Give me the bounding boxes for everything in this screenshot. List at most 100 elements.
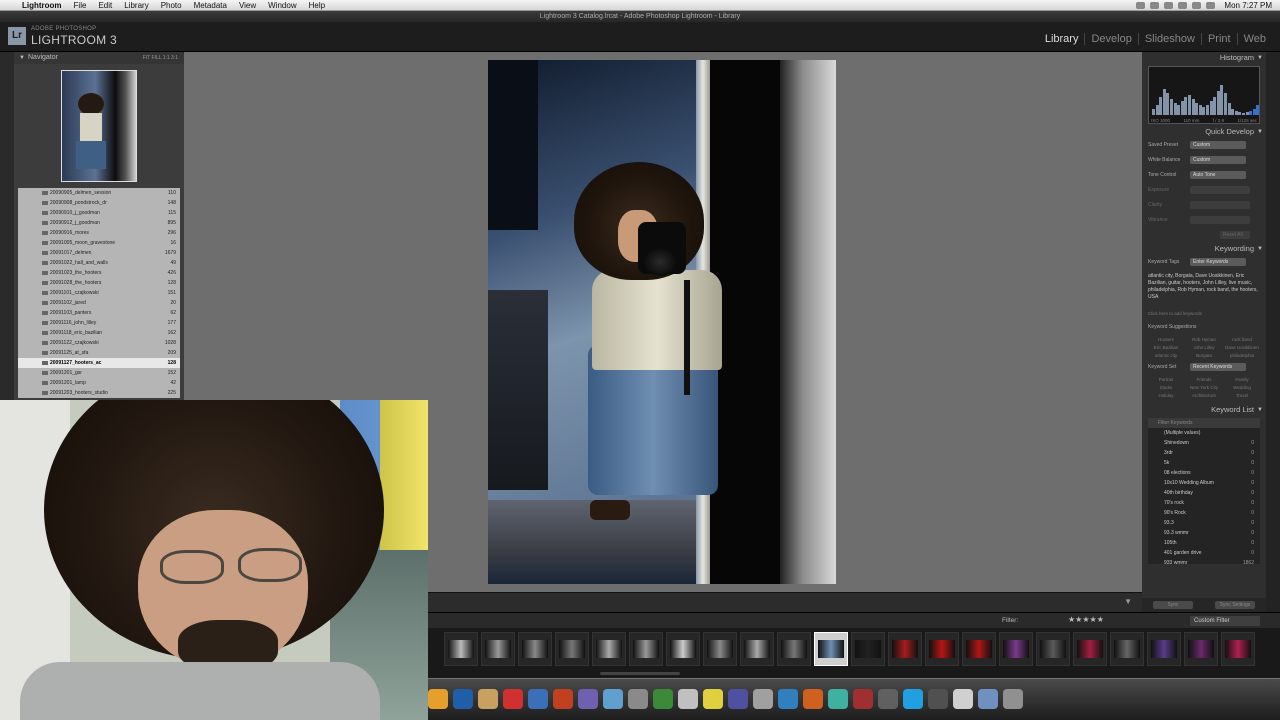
dropbox-icon[interactable]	[853, 689, 873, 709]
filmstrip-thumbnail[interactable]	[851, 632, 885, 666]
menu-app[interactable]: Lightroom	[16, 0, 68, 11]
filmstrip-thumbnail[interactable]	[518, 632, 552, 666]
sync-button[interactable]: Sync	[1153, 601, 1193, 609]
menu-metadata[interactable]: Metadata	[188, 0, 233, 11]
filmstrip-thumbnail[interactable]	[1147, 632, 1181, 666]
photoshop-icon[interactable]	[453, 689, 473, 709]
preview-icon[interactable]	[703, 689, 723, 709]
folder-row[interactable]: 20091017_delmen 1679	[18, 248, 180, 258]
vibrance-buttons[interactable]	[1190, 216, 1250, 224]
finder-icon[interactable]	[653, 689, 673, 709]
menu-library[interactable]: Library	[118, 0, 154, 11]
folder-row[interactable]: 20091101_czajkowski 151	[18, 288, 180, 298]
keyword-list-item[interactable]: 3rdr 0	[1148, 448, 1260, 458]
module-develop[interactable]: Develop	[1084, 33, 1137, 45]
wifi-icon[interactable]	[1178, 1, 1188, 9]
filezilla-icon[interactable]	[803, 689, 823, 709]
menu-help[interactable]: Help	[303, 0, 331, 11]
keyword-list-item[interactable]: 401 garden drive 0	[1148, 548, 1260, 558]
firefox-icon[interactable]	[778, 689, 798, 709]
folder-row[interactable]: 20091028_the_hooters 128	[18, 278, 180, 288]
keyword-set-item[interactable]: Studio	[1148, 385, 1184, 390]
keyword-list-header[interactable]: Keyword List ▼	[1142, 404, 1266, 416]
folder-row[interactable]: 20091201_gsr 152	[18, 368, 180, 378]
keyword-set-item[interactable]: Travel	[1224, 393, 1260, 398]
keyword-set-item[interactable]: Holiday	[1148, 393, 1184, 398]
folder-row[interactable]: 20091005_moon_gravestone 16	[18, 238, 180, 248]
keyword-set-item[interactable]: New York City	[1186, 385, 1222, 390]
filmstrip-thumbnail[interactable]	[999, 632, 1033, 666]
keyword-suggestion[interactable]: atlantic city	[1148, 353, 1184, 358]
folder-row[interactable]: 20090908_pondstrock_dr 148	[18, 198, 180, 208]
folder-row[interactable]: 20091102_jared 20	[18, 298, 180, 308]
preview-icon[interactable]	[928, 689, 948, 709]
ical-icon[interactable]	[728, 689, 748, 709]
keyword-set-item[interactable]: Wedding	[1224, 385, 1260, 390]
keyword-list-item[interactable]: 90's Rock 0	[1148, 508, 1260, 518]
filmstrip-thumbnail[interactable]	[962, 632, 996, 666]
keyword-list-item[interactable]: (Multiple values)	[1148, 428, 1260, 438]
ical-icon[interactable]	[503, 689, 523, 709]
filmstrip-thumbnail[interactable]	[592, 632, 626, 666]
keyword-list-item[interactable]: 10x10 Wedding Album 0	[1148, 478, 1260, 488]
keyword-list-item[interactable]: 40th birthday 0	[1148, 488, 1260, 498]
navigator-header[interactable]: ▼ Navigator FIT FILL 1:1 3:1	[14, 52, 184, 64]
collapse-triangle-icon[interactable]: ▼	[1257, 404, 1263, 416]
twitter-icon[interactable]	[603, 689, 623, 709]
folder-row[interactable]: 20091116_john_lilley 177	[18, 318, 180, 328]
keyword-suggestion[interactable]: rock band	[1224, 337, 1260, 342]
finder-icon[interactable]	[428, 689, 448, 709]
keyword-set-item[interactable]: Architecture	[1186, 393, 1222, 398]
navigator-zoom-options[interactable]: FIT FILL 1:1 3:1	[143, 52, 178, 64]
filmstrip-thumbnail[interactable]	[703, 632, 737, 666]
keyword-suggestion[interactable]: Rob Hyman	[1186, 337, 1222, 342]
filmstrip-thumbnail[interactable]	[1110, 632, 1144, 666]
firefox-icon[interactable]	[553, 689, 573, 709]
folder-row[interactable]: 20090912_j_goodman 895	[18, 218, 180, 228]
custom-filter-select[interactable]: Custom Filter	[1190, 616, 1260, 626]
keyword-list-item[interactable]: 93.3 0	[1148, 518, 1260, 528]
filmstrip-thumbnail[interactable]	[777, 632, 811, 666]
status-icon[interactable]	[1164, 1, 1174, 9]
volume-icon[interactable]	[1192, 1, 1202, 9]
reset-all-button[interactable]: Reset All	[1220, 231, 1250, 239]
menu-view[interactable]: View	[233, 0, 262, 11]
rating-filter-stars[interactable]: ★★★★★	[1068, 615, 1104, 624]
keyword-list-item[interactable]: 105th 0	[1148, 538, 1260, 548]
ical-icon[interactable]	[953, 689, 973, 709]
filmstrip-thumbnail[interactable]	[481, 632, 515, 666]
menu-clock[interactable]: Mon 7:27 PM	[1220, 1, 1272, 10]
folder-row[interactable]: 20091201_lamp 42	[18, 378, 180, 388]
histogram-header[interactable]: Histogram ▼	[1142, 52, 1266, 64]
mail-icon[interactable]	[753, 689, 773, 709]
keyword-suggestion[interactable]: Hooters	[1148, 337, 1184, 342]
filmstrip-thumbnail[interactable]	[1073, 632, 1107, 666]
keyword-suggestion[interactable]: Eric Bazilian	[1148, 345, 1184, 350]
filmstrip-thumbnail[interactable]	[555, 632, 589, 666]
keyword-filter-input[interactable]: Filter Keywords	[1148, 418, 1260, 428]
keyword-set-item[interactable]: Portrait	[1148, 377, 1184, 382]
filmstrip-thumbnail[interactable]	[629, 632, 663, 666]
status-icon[interactable]	[1136, 1, 1146, 9]
auto-tone-button[interactable]: Auto Tone	[1190, 171, 1246, 179]
keywords-hint[interactable]: Click here to add keywords	[1148, 311, 1260, 316]
folder-row[interactable]: 20091127_hooters_ac 128	[18, 358, 180, 368]
folder-row[interactable]: 20091103_panters 62	[18, 308, 180, 318]
filmstrip-thumbnail[interactable]	[888, 632, 922, 666]
keyword-set-item[interactable]: Friends	[1186, 377, 1222, 382]
filmstrip-thumbnail[interactable]	[740, 632, 774, 666]
mail-icon[interactable]	[528, 689, 548, 709]
collapse-triangle-icon[interactable]: ▼	[1257, 243, 1263, 255]
filmstrip-thumbnail[interactable]	[666, 632, 700, 666]
filmstrip-thumbnail[interactable]	[814, 632, 848, 666]
filmstrip-scrollbar[interactable]	[600, 672, 680, 675]
finder-icon[interactable]	[878, 689, 898, 709]
folder-row[interactable]: 20091118_eric_bazilian 162	[18, 328, 180, 338]
main-photo[interactable]	[488, 60, 836, 584]
keyword-list-item[interactable]: 70's rock 0	[1148, 498, 1260, 508]
collapse-triangle-icon[interactable]: ▼	[1257, 126, 1263, 138]
keyword-tags-select[interactable]: Enter Keywords	[1190, 258, 1246, 266]
folder-row[interactable]: 20091125_at_sfa 209	[18, 348, 180, 358]
module-library[interactable]: Library	[1039, 33, 1085, 45]
folder-row[interactable]: 20090905_delmen_session 110	[18, 188, 180, 198]
